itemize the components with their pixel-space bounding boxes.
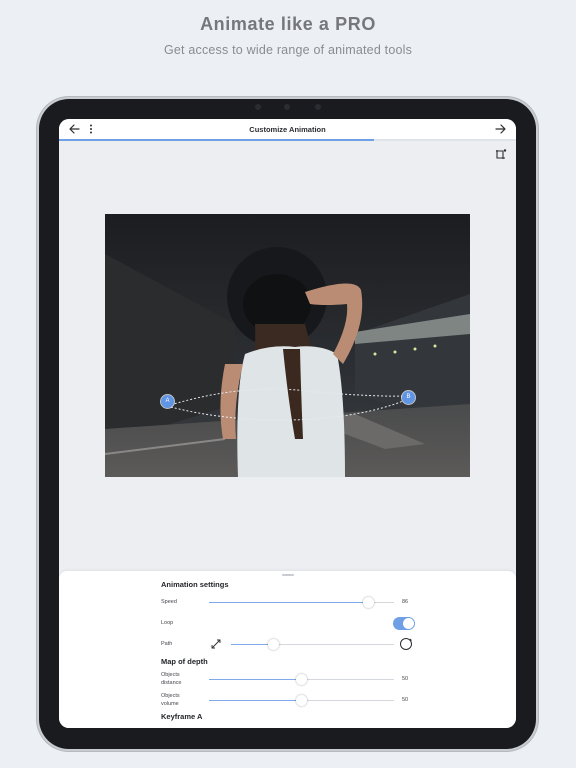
loop-label: Loop (161, 620, 174, 626)
circular-path-icon[interactable] (399, 637, 413, 651)
panel-drag-handle[interactable] (282, 574, 294, 576)
keyframe-a-heading: Keyframe A (161, 712, 203, 721)
speed-slider-fill (209, 602, 369, 603)
crop-icon[interactable] (495, 149, 507, 160)
top-bar: Customize Animation (59, 119, 516, 139)
map-of-depth-heading: Map of depth (161, 657, 208, 666)
objects-distance-label-line1: Objects (161, 672, 180, 678)
sensor-dot (315, 104, 321, 110)
speed-value: 86 (402, 599, 409, 605)
path-point-a[interactable]: A (161, 395, 174, 408)
speed-slider-knob[interactable] (362, 597, 374, 608)
path-slider-knob[interactable] (267, 639, 279, 650)
objects-distance-slider-fill (209, 679, 302, 680)
loop-toggle-knob (403, 618, 414, 629)
objects-volume-label: Objects volume (161, 692, 180, 708)
front-camera (284, 104, 290, 110)
speed-slider[interactable] (209, 597, 394, 608)
speed-label: Speed (161, 599, 177, 605)
photo-image (105, 214, 470, 477)
page-title: Customize Animation (249, 125, 326, 134)
promo-subline: Get access to wide range of animated too… (163, 43, 413, 57)
path-label: Path (161, 641, 173, 647)
path-point-b[interactable]: B (402, 391, 415, 404)
promo-headline: Animate like a PRO (200, 14, 376, 34)
step-progress-fill (59, 139, 375, 141)
objects-volume-label-line1: Objects (161, 693, 180, 699)
objects-volume-slider-fill (209, 700, 302, 701)
objects-distance-value: 50 (402, 676, 409, 682)
step-progress-bar (59, 139, 516, 141)
tablet-frame: Customize Animation A B Animation settin… (39, 99, 536, 749)
objects-distance-slider[interactable] (209, 674, 394, 685)
tunnel-woman-photo[interactable]: A B (105, 214, 470, 477)
loop-toggle[interactable] (393, 617, 415, 630)
objects-volume-slider[interactable] (209, 695, 394, 706)
animation-settings-heading: Animation settings (161, 580, 229, 589)
app-screen: Customize Animation A B Animation settin… (59, 119, 516, 728)
objects-volume-slider-knob[interactable] (296, 695, 307, 706)
path-slider[interactable] (231, 639, 394, 650)
objects-distance-slider-knob[interactable] (296, 674, 307, 685)
objects-distance-label-line2: distance (161, 680, 182, 686)
linear-path-icon[interactable] (211, 639, 221, 649)
objects-volume-label-line2: volume (161, 701, 179, 707)
objects-volume-value: 50 (402, 697, 409, 703)
objects-distance-label: Objects distance (161, 671, 182, 687)
sensor-dot (255, 104, 261, 110)
animation-settings-panel: Animation settings Speed 86 Loop Path Ma… (59, 571, 516, 728)
arrow-right-icon[interactable] (495, 124, 506, 134)
